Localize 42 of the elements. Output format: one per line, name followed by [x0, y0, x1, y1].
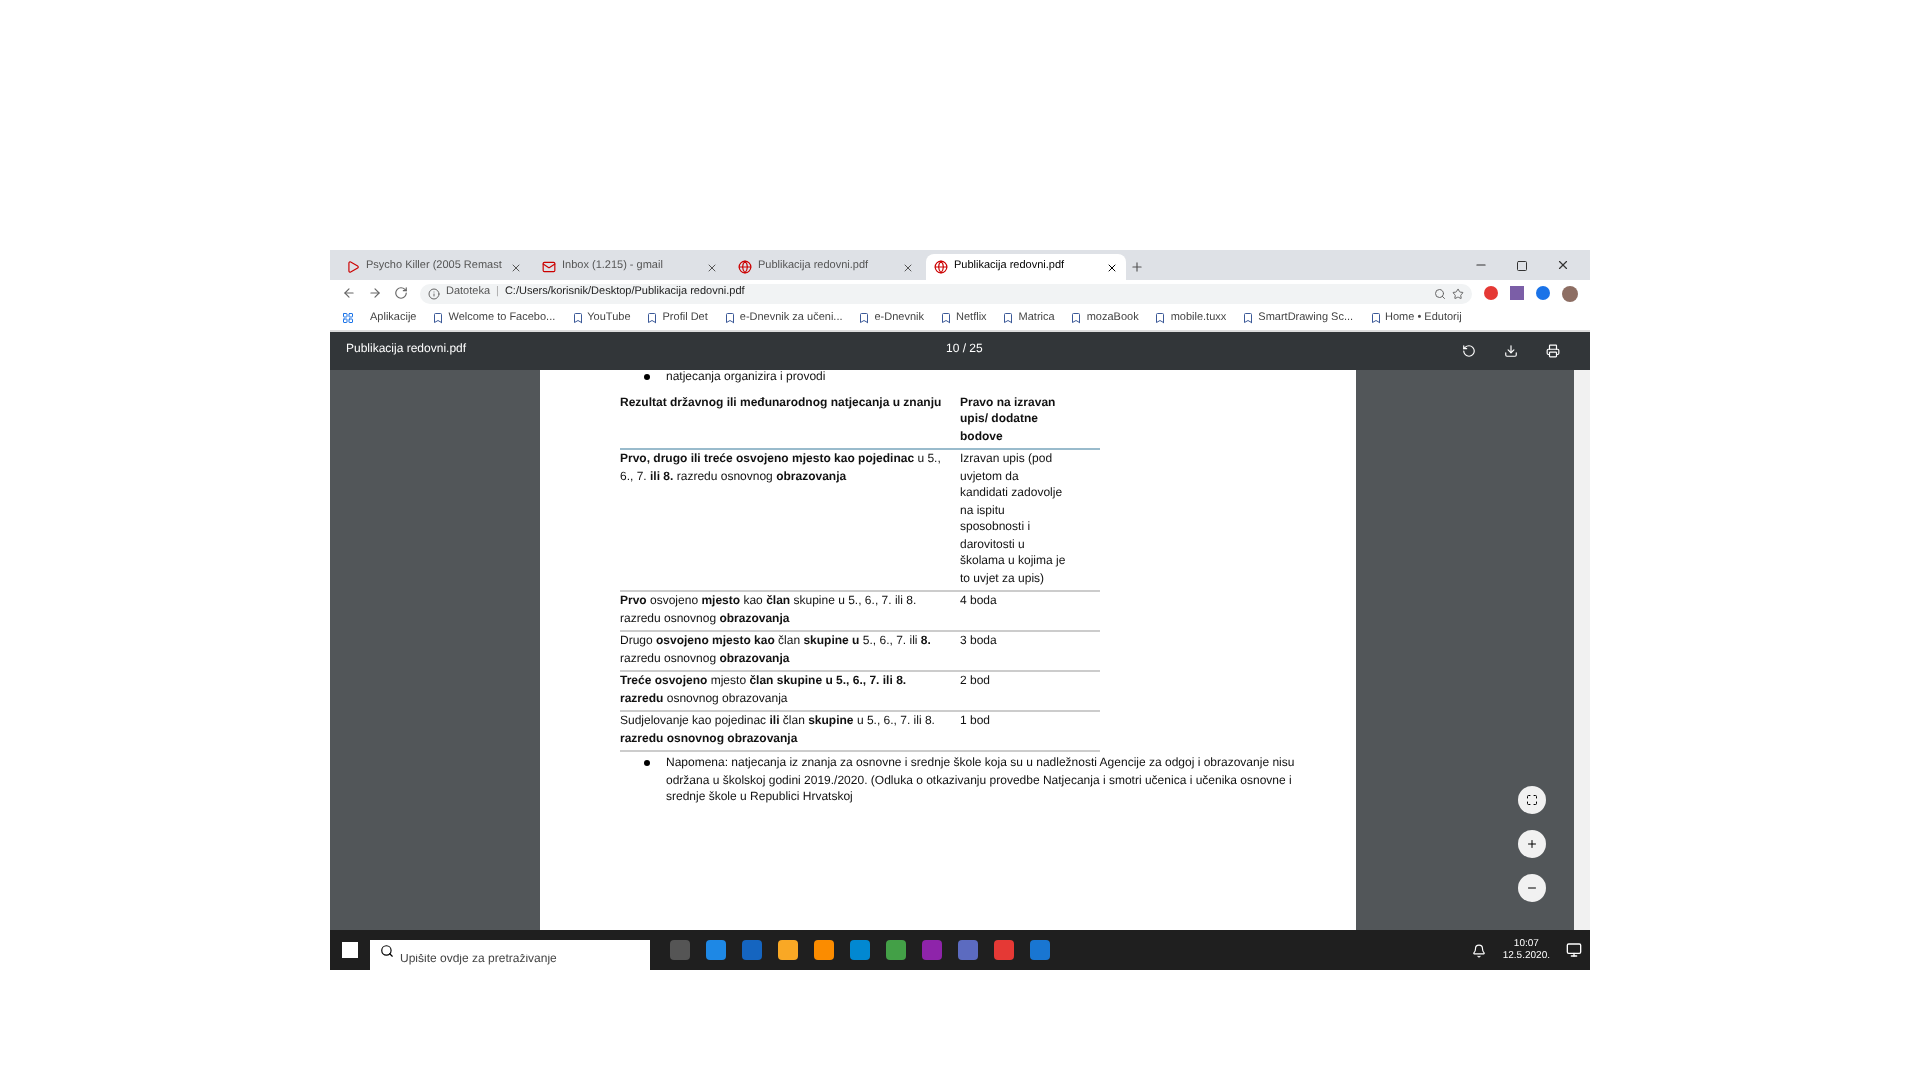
tab-icon: [934, 260, 948, 274]
bookmark-icon: [1369, 312, 1382, 324]
bookmark-icon: [1154, 312, 1167, 324]
print-icon[interactable]: [1546, 344, 1560, 358]
star-icon[interactable]: [1452, 287, 1464, 299]
bookmark-icon: [940, 312, 953, 324]
scrollbar[interactable]: [1574, 370, 1590, 930]
rotate-icon[interactable]: [1462, 344, 1476, 358]
bookmark-icon: [1242, 312, 1255, 324]
bullet-icon: [644, 760, 650, 766]
action-center-icon[interactable]: [1566, 942, 1582, 958]
bookmark-icon: [571, 312, 584, 324]
bookmark-icon: [432, 312, 445, 324]
maximize-icon[interactable]: [1516, 260, 1528, 272]
bookmark-icon: [646, 312, 659, 324]
download-icon[interactable]: [1504, 344, 1518, 358]
apps-icon[interactable]: [342, 312, 354, 324]
bookmark-icon: [723, 312, 736, 324]
tab-icon: [542, 260, 556, 274]
minimize-icon[interactable]: [1474, 258, 1488, 272]
new-tab-icon[interactable]: [1130, 260, 1144, 274]
tab-icon: [346, 260, 360, 274]
bookmark-icon: [858, 312, 871, 324]
bookmark-icon: [1002, 312, 1015, 324]
close-icon[interactable]: [1106, 261, 1118, 273]
bookmark-icon: [1070, 312, 1083, 324]
close-icon[interactable]: [1556, 258, 1570, 272]
search-icon[interactable]: [1434, 287, 1446, 299]
zoom-in-button[interactable]: [1518, 830, 1546, 858]
info-icon: [428, 287, 440, 299]
tab-icon: [738, 260, 752, 274]
fit-page-button[interactable]: [1518, 786, 1546, 814]
zoom-out-button[interactable]: [1518, 874, 1546, 902]
back-icon[interactable]: [342, 286, 356, 300]
forward-icon[interactable]: [368, 286, 382, 300]
plus-icon: [1526, 838, 1538, 850]
reload-icon[interactable]: [394, 286, 408, 300]
bullet-icon: [644, 374, 650, 380]
minus-icon: [1526, 882, 1538, 894]
notification-icon[interactable]: [1472, 943, 1487, 957]
search-icon: [380, 943, 394, 957]
avatar-icon[interactable]: [1562, 285, 1578, 301]
